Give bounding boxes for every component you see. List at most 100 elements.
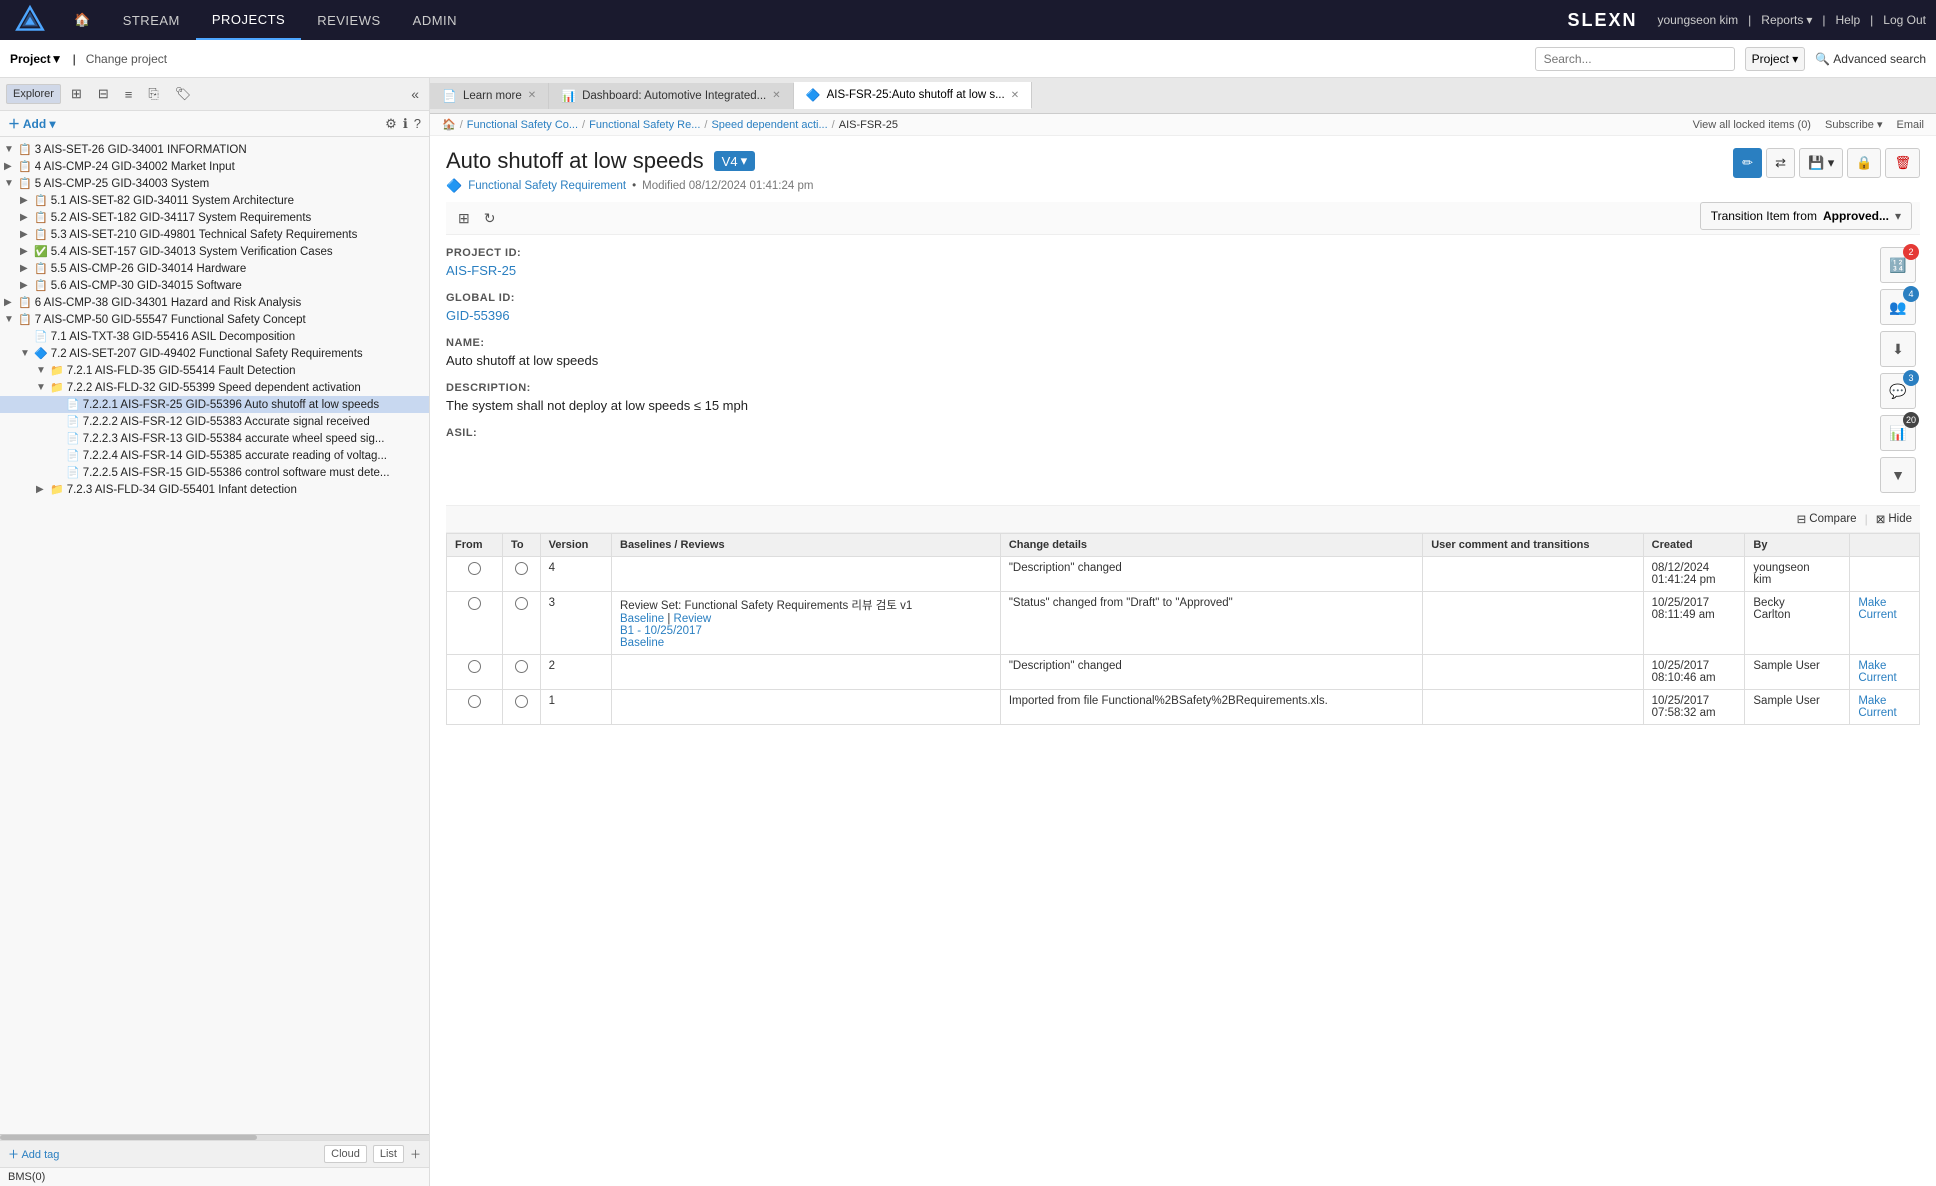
- tree-item[interactable]: ▶ 📁 7.2.3 AIS-FLD-34 GID-55401 Infant de…: [0, 481, 429, 498]
- collapse-all-btn[interactable]: ⊞: [454, 208, 474, 229]
- to-radio[interactable]: [515, 660, 528, 673]
- tab-close-icon[interactable]: ✕: [1011, 90, 1019, 101]
- breadcrumb-1[interactable]: Functional Safety Co...: [467, 119, 578, 131]
- action-cell[interactable]: MakeCurrent: [1850, 592, 1920, 655]
- tree-item[interactable]: ▶ 📋 5.6 AIS-CMP-30 GID-34015 Software: [0, 277, 429, 294]
- tab-close-icon[interactable]: ✕: [772, 90, 780, 101]
- from-radio[interactable]: [468, 660, 481, 673]
- search-type-dropdown[interactable]: Project ▾: [1745, 47, 1806, 71]
- review-link[interactable]: Review: [674, 613, 712, 625]
- tree-item[interactable]: ▼ 🔷 7.2 AIS-SET-207 GID-49402 Functional…: [0, 345, 429, 362]
- list-icon[interactable]: ≡: [119, 83, 139, 106]
- tag-add-icon[interactable]: ＋: [410, 1146, 421, 1162]
- tree-item[interactable]: ▶ 📋 5.3 AIS-SET-210 GID-49801 Technical …: [0, 226, 429, 243]
- to-cell[interactable]: [502, 557, 540, 592]
- change-project-link[interactable]: Change project: [86, 52, 167, 66]
- email-link[interactable]: Email: [1896, 119, 1924, 131]
- tree-item[interactable]: 📄 7.2.2.3 AIS-FSR-13 GID-55384 accurate …: [0, 430, 429, 447]
- tree-item[interactable]: ▶ ✅ 5.4 AIS-SET-157 GID-34013 System Ver…: [0, 243, 429, 260]
- to-cell[interactable]: [502, 655, 540, 690]
- tree-item[interactable]: 📄 7.2.2.4 AIS-FSR-14 GID-55385 accurate …: [0, 447, 429, 464]
- action-cell[interactable]: MakeCurrent: [1850, 655, 1920, 690]
- to-radio[interactable]: [515, 562, 528, 575]
- tree-item[interactable]: ▼ 📁 7.2.1 AIS-FLD-35 GID-55414 Fault Det…: [0, 362, 429, 379]
- project-dropdown[interactable]: Project▼: [10, 52, 63, 66]
- collapse-sidebar-btn[interactable]: «: [407, 86, 423, 102]
- tab-learn-more[interactable]: 📄 Learn more ✕: [430, 83, 549, 109]
- tab-dashboard[interactable]: 📊 Dashboard: Automotive Integrated... ✕: [549, 83, 793, 109]
- tree-item[interactable]: ▶ 📋 5.5 AIS-CMP-26 GID-34014 Hardware: [0, 260, 429, 277]
- transition-dropdown[interactable]: Transition Item from Approved... ▾: [1700, 202, 1912, 230]
- reports-menu[interactable]: Reports ▾: [1761, 13, 1812, 27]
- grid-icon[interactable]: ⊟: [92, 82, 115, 106]
- baseline-link2[interactable]: Baseline: [620, 637, 664, 649]
- tree-item[interactable]: ▼ 📋 7 AIS-CMP-50 GID-55547 Functional Sa…: [0, 311, 429, 328]
- rp-btn-1[interactable]: 🔢 2: [1880, 247, 1916, 283]
- explorer-tab[interactable]: Explorer: [6, 84, 61, 104]
- hide-btn[interactable]: ⊠ Hide: [1876, 512, 1912, 526]
- from-radio[interactable]: [468, 695, 481, 708]
- add-button[interactable]: ＋ Add ▾: [8, 115, 56, 132]
- to-radio[interactable]: [515, 695, 528, 708]
- filter-icon[interactable]: ⊞: [65, 82, 88, 106]
- tab-close-icon[interactable]: ✕: [528, 90, 536, 101]
- refresh-btn[interactable]: ↻: [480, 208, 500, 229]
- tab-ais-fsr-25[interactable]: 🔷 AIS-FSR-25:Auto shutoff at low s... ✕: [794, 82, 1032, 109]
- breadcrumb-2[interactable]: Functional Safety Re...: [589, 119, 700, 131]
- rp-btn-activity[interactable]: 📊 20: [1880, 415, 1916, 451]
- breadcrumb-home[interactable]: 🏠: [442, 118, 456, 131]
- to-radio[interactable]: [515, 597, 528, 610]
- from-radio[interactable]: [468, 597, 481, 610]
- help-link[interactable]: Help: [1835, 13, 1860, 27]
- tree-item[interactable]: ▶ 📋 5.1 AIS-SET-82 GID-34011 System Arch…: [0, 192, 429, 209]
- from-cell[interactable]: [447, 592, 503, 655]
- global-id-value[interactable]: GID-55396: [446, 308, 1860, 323]
- list-btn[interactable]: List: [373, 1145, 404, 1163]
- baseline-link[interactable]: Baseline: [620, 613, 664, 625]
- make-current-link[interactable]: MakeCurrent: [1858, 695, 1896, 719]
- edit-button[interactable]: ✏: [1733, 148, 1762, 178]
- settings-icon[interactable]: ⚙: [385, 116, 397, 132]
- tree-item[interactable]: 📄 7.2.2.5 AIS-FSR-15 GID-55386 control s…: [0, 464, 429, 481]
- tree-item[interactable]: ▶ 📋 5.2 AIS-SET-182 GID-34117 System Req…: [0, 209, 429, 226]
- tag-icon[interactable]: 🏷: [169, 82, 198, 106]
- logout-link[interactable]: Log Out: [1883, 13, 1926, 27]
- from-cell[interactable]: [447, 690, 503, 725]
- compare-btn[interactable]: ⊟ Compare: [1797, 512, 1857, 526]
- tree-item[interactable]: ▼ 📁 7.2.2 AIS-FLD-32 GID-55399 Speed dep…: [0, 379, 429, 396]
- nav-admin[interactable]: ADMIN: [397, 0, 473, 40]
- horizontal-scrollbar[interactable]: [0, 1134, 429, 1140]
- relationship-button[interactable]: ⇄: [1766, 148, 1795, 178]
- nav-home[interactable]: 🏠: [58, 0, 107, 40]
- nav-projects[interactable]: PROJECTS: [196, 0, 301, 40]
- advanced-search-btn[interactable]: 🔍 Advanced search: [1815, 52, 1926, 66]
- from-cell[interactable]: [447, 557, 503, 592]
- version-badge[interactable]: V4 ▾: [714, 151, 755, 171]
- project-id-value[interactable]: AIS-FSR-25: [446, 263, 1860, 278]
- make-current-link[interactable]: MakeCurrent: [1858, 597, 1896, 621]
- nav-stream[interactable]: STREAM: [107, 0, 196, 40]
- user-name[interactable]: youngseon kim: [1657, 13, 1738, 27]
- rp-btn-expand[interactable]: ▼: [1880, 457, 1916, 493]
- add-tag-button[interactable]: ＋ ＋ Add tag: [8, 1146, 59, 1162]
- lock-button[interactable]: 🔒: [1847, 148, 1881, 178]
- search-input[interactable]: [1535, 47, 1735, 71]
- nav-reviews[interactable]: REVIEWS: [301, 0, 396, 40]
- view-locked-link[interactable]: View all locked items (0): [1693, 119, 1811, 131]
- rp-btn-download[interactable]: ⬇: [1880, 331, 1916, 367]
- action-cell[interactable]: MakeCurrent: [1850, 690, 1920, 725]
- save-dropdown-button[interactable]: 💾 ▾: [1799, 148, 1843, 178]
- copy-icon[interactable]: ⎘: [142, 82, 164, 106]
- help-sidebar-icon[interactable]: ?: [414, 116, 421, 131]
- tree-item[interactable]: ▼ 📋 5 AIS-CMP-25 GID-34003 System: [0, 175, 429, 192]
- to-cell[interactable]: [502, 690, 540, 725]
- cloud-btn[interactable]: Cloud: [324, 1145, 367, 1163]
- rp-btn-2[interactable]: 👥 4: [1880, 289, 1916, 325]
- from-radio[interactable]: [468, 562, 481, 575]
- tree-item[interactable]: 📄 7.2.2.2 AIS-FSR-12 GID-55383 Accurate …: [0, 413, 429, 430]
- make-current-link[interactable]: MakeCurrent: [1858, 660, 1896, 684]
- tree-item[interactable]: ▶ 📋 4 AIS-CMP-24 GID-34002 Market Input: [0, 158, 429, 175]
- tree-item[interactable]: ▼ 📋 3 AIS-SET-26 GID-34001 INFORMATION: [0, 141, 429, 158]
- breadcrumb-3[interactable]: Speed dependent acti...: [711, 119, 827, 131]
- tree-item[interactable]: ▶ 📋 6 AIS-CMP-38 GID-34301 Hazard and Ri…: [0, 294, 429, 311]
